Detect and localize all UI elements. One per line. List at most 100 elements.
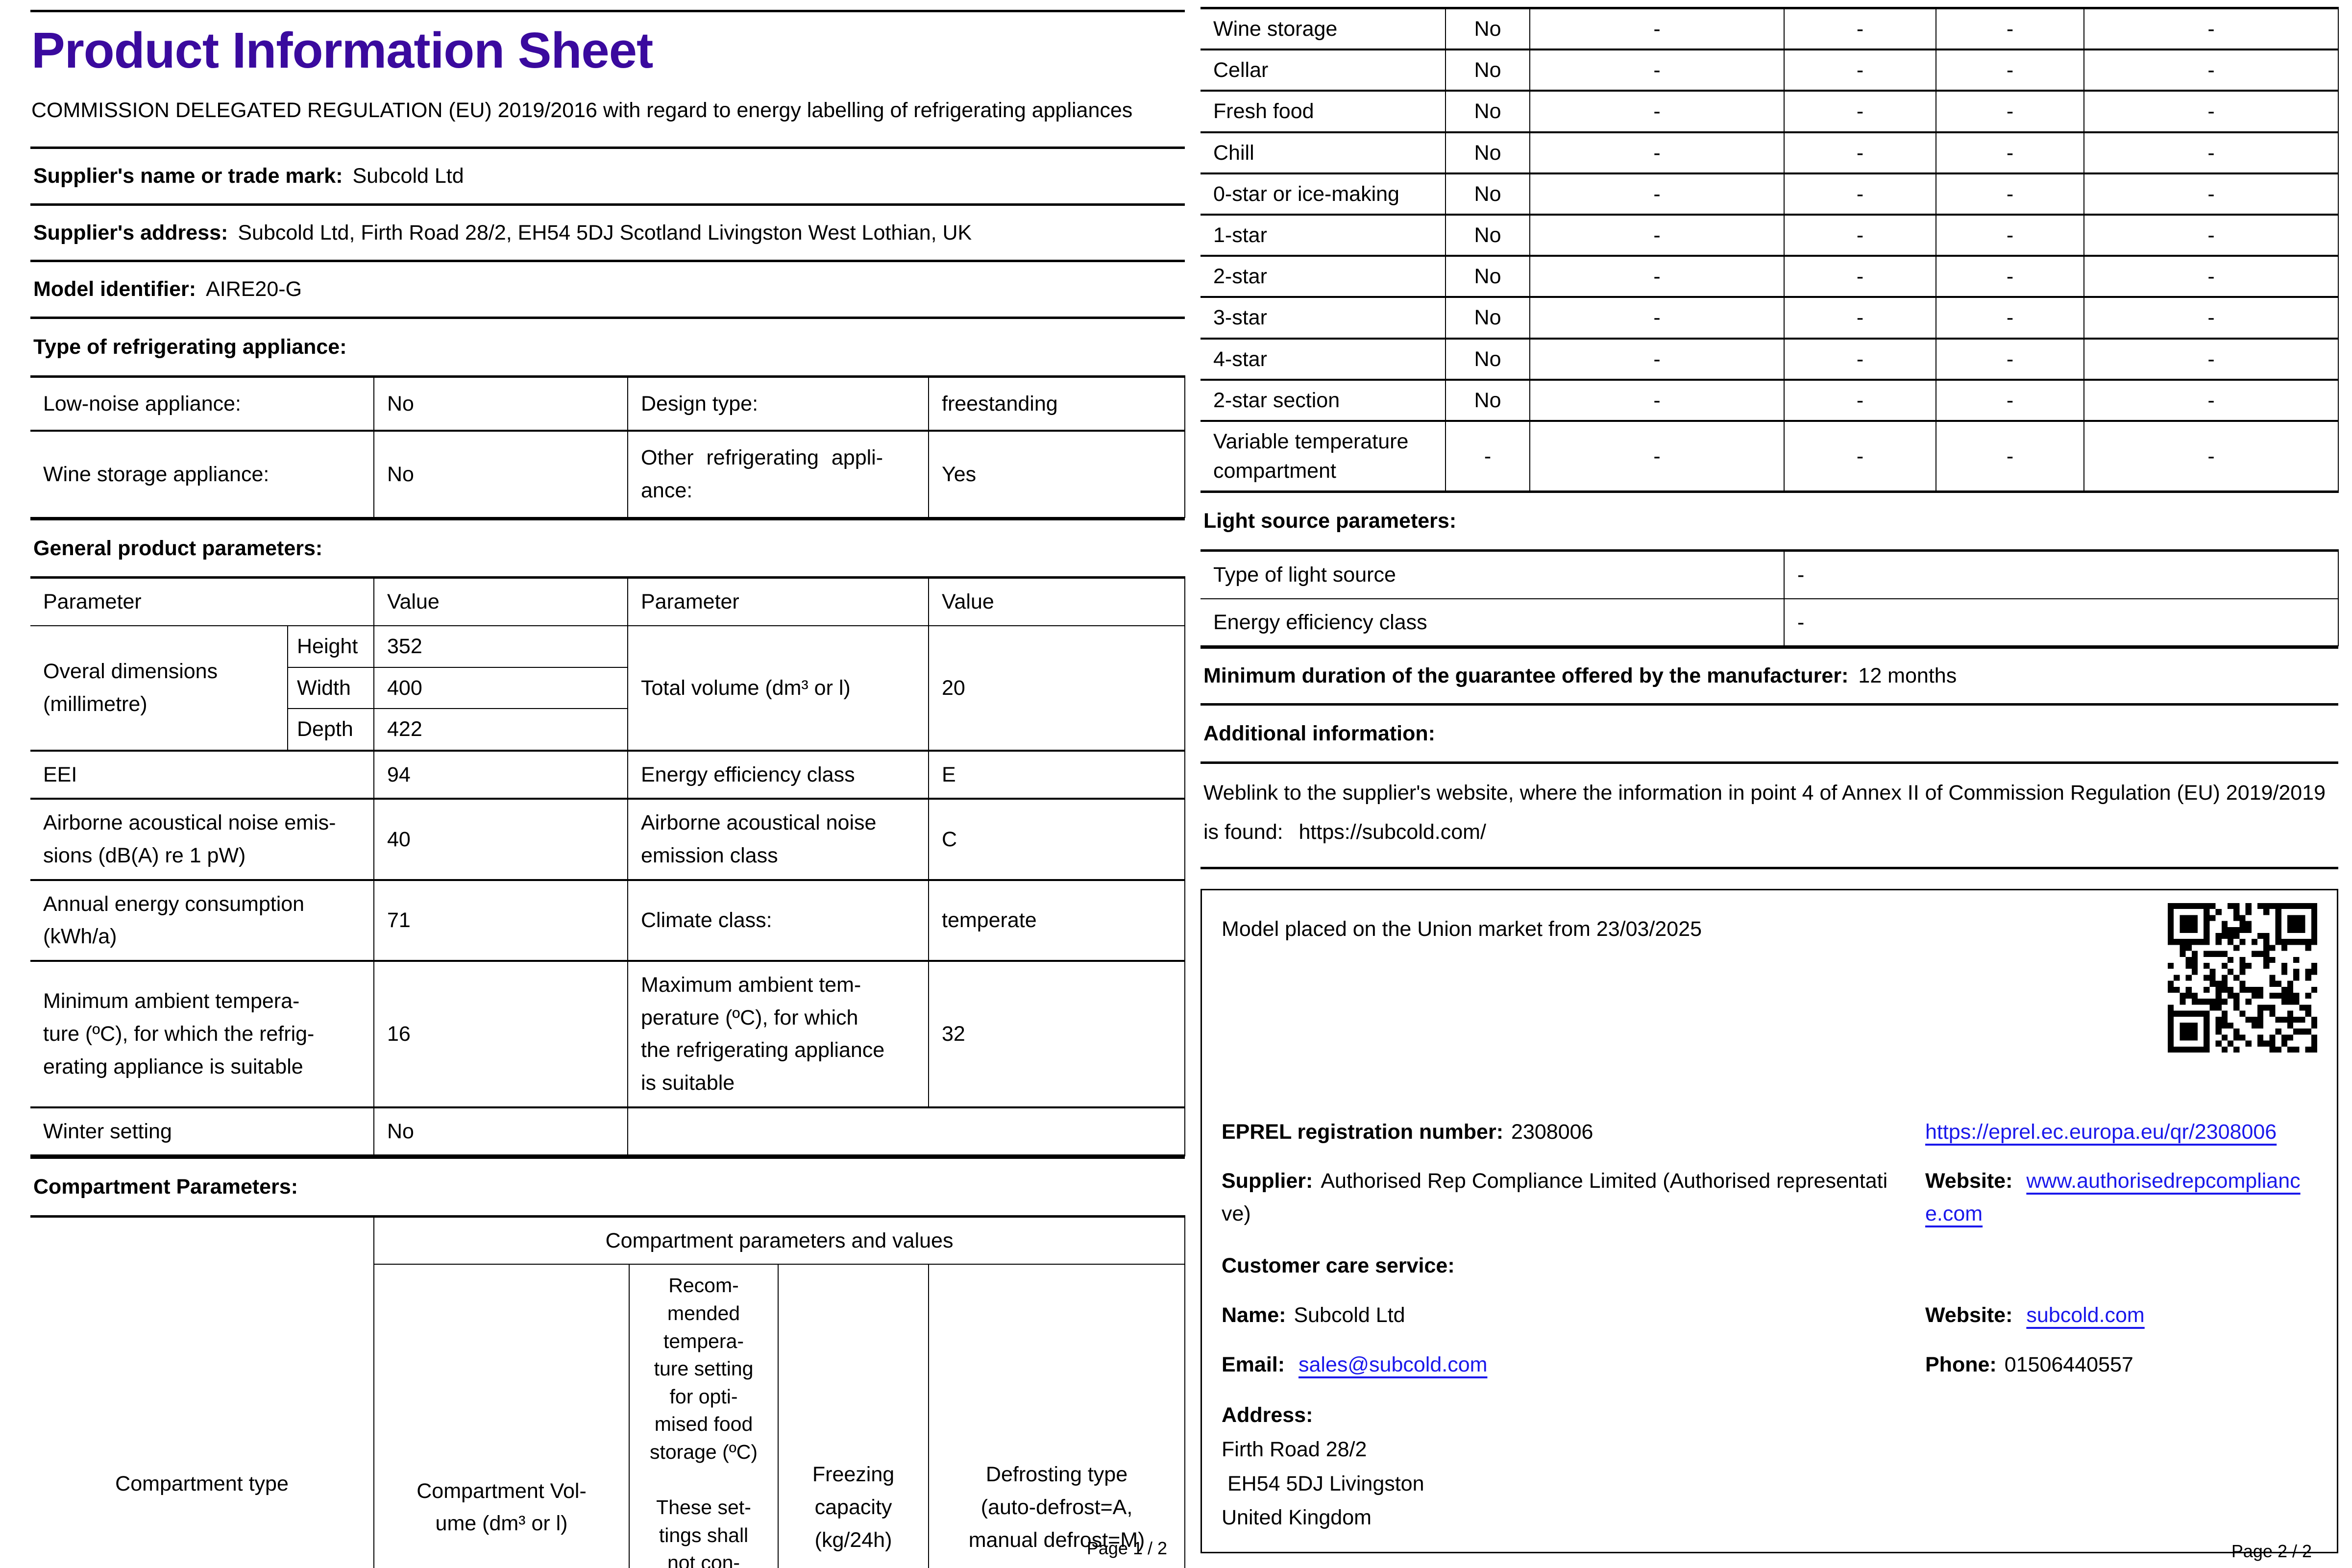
table-header-row: Parameter Value Parameter Value (30, 577, 1185, 626)
value-cell: 40 (373, 798, 628, 881)
value-cell: 94 (373, 749, 628, 800)
compartment-types-table: Wine storage No - - - - Cellar No - - - … (1200, 7, 2339, 493)
product-information-sheet: Product Information Sheet COMMISSION DEL… (0, 0, 2352, 1568)
param-cell: Wine storage appliance: (30, 430, 374, 518)
param-cell: Minimum ambient tempera- ture (ºC), for … (30, 959, 374, 1108)
eprel-value: 2308006 (1511, 1120, 1593, 1144)
compartment-table: Compartment type Compartment parameters … (30, 1215, 1186, 1568)
param-cell: Energy efficiency class (627, 749, 929, 800)
table-row: Wine storage appliance: No Other refrige… (30, 430, 1185, 518)
compartment-type-cell: 4-star (1200, 337, 1446, 380)
value-cell: temperate (928, 879, 1185, 961)
table-row: Cellar No - - - - (1200, 49, 2339, 92)
name-value: Subcold Ltd (1294, 1303, 1405, 1327)
value-cell: E (928, 749, 1185, 800)
appliance-type-table: Low-noise appliance: No Design type: fre… (30, 375, 1185, 518)
address-line: EH54 5DJ Livingston (1222, 1471, 1424, 1495)
value-cell: - (1936, 337, 2084, 380)
supplier-address-row: Supplier's address: Subcold Ltd, Firth Ro… (30, 203, 1185, 260)
eprel-row: EPREL registration number: 2308006 https:… (1222, 1116, 2317, 1149)
present-cell: - (1445, 419, 1530, 492)
value-cell: No (373, 376, 628, 432)
value-cell: - (1784, 419, 1936, 492)
depth-label-cell: Depth (288, 708, 374, 751)
total-volume-label-cell: Total volume (dm³ or l) (627, 625, 929, 751)
market-date-text: Model placed on the Union market from 23… (1222, 917, 1702, 941)
value-cell: - (2083, 49, 2339, 92)
table-header-row: Compartment type Compartment parameters … (30, 1216, 1186, 1568)
temperature-header-cell: Recom- mended tempera- ture setting for … (629, 1264, 779, 1568)
page-1: Product Information Sheet COMMISSION DEL… (30, 10, 1186, 1568)
qr-code (2168, 903, 2317, 1053)
table-row: 1-star No - - - - (1200, 213, 2339, 257)
care-email-link[interactable]: sales@subcold.com (1298, 1353, 1487, 1376)
width-value-cell: 400 (373, 666, 628, 710)
value-cell: - (1936, 49, 2084, 92)
value-cell: - (1936, 90, 2084, 133)
value-cell: - (2083, 296, 2339, 339)
value-cell: - (1784, 213, 1936, 257)
type-section-heading: Type of refrigerating appliance: (30, 317, 1185, 375)
value-cell: - (1784, 378, 1936, 421)
value-cell: - (1936, 172, 2084, 215)
eprel-label: EPREL registration number: (1222, 1120, 1504, 1144)
page-2: Wine storage No - - - - Cellar No - - - … (1200, 7, 2339, 1554)
table-row: 2-star section No - - - - (1200, 378, 2339, 421)
present-cell: No (1445, 90, 1530, 133)
table-row: 0-star or ice-making No - - - - (1200, 172, 2339, 215)
value-cell: - (1784, 337, 1936, 380)
value-cell: 16 (373, 959, 628, 1108)
eprel-info-box: Model placed on the Union market from 23… (1200, 888, 2338, 1554)
table-row: Winter setting No (30, 1106, 1185, 1156)
address-line: Firth Road 28/2 (1222, 1438, 1367, 1462)
value-cell: - (1784, 49, 1936, 92)
freezing-header-cell: Freezing capacity (kg/24h) (778, 1264, 930, 1568)
address-line: United Kingdom (1222, 1506, 1372, 1530)
value-cell: - (1784, 7, 1936, 50)
value-cell: - (1784, 172, 1936, 215)
market-row: Model placed on the Union market from 23… (1222, 903, 2317, 1099)
supplier-name-value: Subcold Ltd (352, 164, 464, 188)
supplier-name-label: Supplier's name or trade mark: (33, 164, 343, 188)
email-label: Email: (1222, 1352, 1285, 1376)
table-row: Airborne acoustical noise emis- sions (d… (30, 798, 1185, 881)
value-cell: - (1529, 7, 1785, 50)
eprel-link[interactable]: https://eprel.ec.europa.eu/qr/2308006 (1925, 1120, 2277, 1144)
table-row: Fresh food No - - - - (1200, 90, 2339, 133)
param-cell: Low-noise appliance: (30, 376, 374, 432)
empty-cell (627, 1106, 1185, 1156)
value-cell: - (1936, 378, 2084, 421)
table-row: Variable temperature compartment - - - -… (1200, 419, 2339, 492)
header-cell: Value (928, 577, 1185, 626)
value-cell: - (1529, 255, 1785, 298)
eprel-registration: EPREL registration number: 2308006 (1222, 1116, 1891, 1149)
span-header-cell: Compartment parameters and values (373, 1216, 1186, 1265)
present-cell: No (1445, 131, 1530, 174)
width-label-cell: Width (288, 666, 374, 710)
website-label: Website: (1925, 1303, 2013, 1327)
value-cell: No (373, 430, 628, 518)
table-row: Chill No - - - - (1200, 131, 2339, 174)
value-cell: - (1936, 7, 2084, 50)
compartment-type-cell: Wine storage (1200, 7, 1446, 50)
header-cell: Value (373, 577, 628, 626)
header-cell: Parameter (627, 577, 929, 626)
weblink-row: Weblink to the supplier's website, where… (1200, 761, 2338, 869)
care-email: Email: sales@subcold.com (1222, 1348, 1891, 1381)
value-cell: - (1529, 90, 1785, 133)
param-cell: Airborne acoustical noise emis- sions (d… (30, 798, 374, 881)
model-identifier-label: Model identifier: (33, 277, 196, 301)
table-row: Type of light source - (1200, 550, 2339, 599)
model-identifier-row: Model identifier: AIRE20-G (30, 260, 1185, 317)
value-cell: Yes (928, 430, 1185, 518)
param-cell: Other refrigerating appli- ance: (627, 430, 929, 518)
value-cell: - (1529, 213, 1785, 257)
value-cell: 32 (928, 959, 1185, 1108)
care-website-link[interactable]: subcold.com (2026, 1303, 2144, 1327)
value-cell: - (2083, 337, 2339, 380)
present-cell: No (1445, 255, 1530, 298)
additional-info-heading: Additional information: (1200, 703, 2338, 762)
value-cell: - (1529, 419, 1785, 492)
param-cell: Climate class: (627, 879, 929, 961)
care-phone: Phone: 01506440557 (1925, 1348, 2317, 1381)
